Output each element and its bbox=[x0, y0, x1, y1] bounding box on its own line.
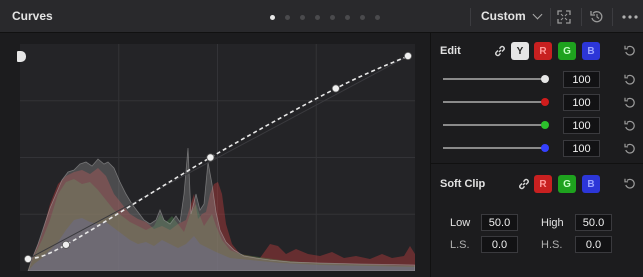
header-divider bbox=[470, 8, 471, 26]
reset-icon[interactable] bbox=[624, 120, 636, 132]
curve-control-point[interactable] bbox=[24, 254, 32, 263]
hs-label: H.S. bbox=[541, 239, 563, 251]
soft-clip-r-button[interactable]: R bbox=[534, 175, 552, 193]
ls-value-field[interactable]: 0.0 bbox=[481, 236, 518, 253]
reset-icon[interactable] bbox=[624, 143, 636, 155]
edit-label: Edit bbox=[440, 45, 461, 57]
reset-soft-clip-icon[interactable] bbox=[624, 178, 636, 190]
slider-knob[interactable] bbox=[541, 121, 549, 129]
panel-header: Curves Custom bbox=[0, 0, 643, 33]
link-icon[interactable] bbox=[517, 177, 531, 191]
page-dot[interactable] bbox=[270, 15, 275, 20]
reset-icon[interactable] bbox=[624, 97, 636, 109]
reset-all-icon[interactable] bbox=[590, 10, 604, 24]
curves-panel: Curves Custom Edit Y R G B 100 100 100 1… bbox=[0, 0, 643, 277]
page-dot[interactable] bbox=[360, 15, 365, 20]
curve-control-point[interactable] bbox=[403, 51, 412, 60]
soft-clip-b-button[interactable]: B bbox=[582, 175, 600, 193]
page-dot[interactable] bbox=[300, 15, 305, 20]
hs-value-field[interactable]: 0.0 bbox=[575, 236, 612, 253]
curve-control-point[interactable] bbox=[62, 240, 71, 249]
slider-knob[interactable] bbox=[541, 144, 549, 152]
ls-label: L.S. bbox=[450, 239, 470, 251]
soft-clip-g-button[interactable]: G bbox=[558, 175, 576, 193]
expand-icon[interactable] bbox=[557, 10, 571, 24]
header-divider bbox=[550, 8, 551, 26]
mode-dropdown-label: Custom bbox=[481, 9, 526, 23]
high-value-field[interactable]: 50.0 bbox=[575, 214, 612, 231]
more-options-icon[interactable] bbox=[621, 10, 639, 24]
channel-b-button[interactable]: B bbox=[582, 42, 600, 60]
curve-graph-canvas[interactable] bbox=[20, 44, 415, 271]
page-dots bbox=[270, 15, 380, 20]
channel-r-button[interactable]: R bbox=[534, 42, 552, 60]
soft-clip-label: Soft Clip bbox=[440, 178, 486, 190]
section-divider bbox=[431, 163, 643, 164]
high-label: High bbox=[541, 217, 564, 229]
slider-knob[interactable] bbox=[541, 98, 549, 106]
luma-value-field[interactable]: 100 bbox=[563, 71, 600, 88]
header-divider bbox=[612, 8, 613, 26]
chevron-down-icon bbox=[532, 9, 543, 19]
page-dot[interactable] bbox=[330, 15, 335, 20]
page-dot[interactable] bbox=[375, 15, 380, 20]
page-dot[interactable] bbox=[285, 15, 290, 20]
page-dot[interactable] bbox=[315, 15, 320, 20]
header-divider bbox=[581, 8, 582, 26]
curve-graph[interactable] bbox=[20, 44, 415, 271]
slider-knob[interactable] bbox=[541, 75, 549, 83]
panel-divider bbox=[430, 33, 431, 277]
low-value-field[interactable]: 50.0 bbox=[481, 214, 518, 231]
mode-dropdown[interactable]: Custom bbox=[481, 9, 543, 23]
channel-g-button[interactable]: G bbox=[558, 42, 576, 60]
reset-edit-icon[interactable] bbox=[624, 45, 636, 57]
link-icon[interactable] bbox=[493, 44, 507, 58]
blue-value-field[interactable]: 100 bbox=[563, 140, 600, 157]
curve-control-point[interactable] bbox=[331, 84, 340, 93]
green-value-field[interactable]: 100 bbox=[563, 117, 600, 134]
panel-title: Curves bbox=[12, 9, 53, 23]
low-label: Low bbox=[450, 217, 471, 229]
curve-control-point[interactable] bbox=[206, 153, 215, 162]
page-dot[interactable] bbox=[345, 15, 350, 20]
reset-icon[interactable] bbox=[624, 74, 636, 86]
curve-handle-top-left[interactable] bbox=[17, 51, 26, 62]
red-value-field[interactable]: 100 bbox=[563, 94, 600, 111]
channel-y-button[interactable]: Y bbox=[511, 42, 529, 60]
